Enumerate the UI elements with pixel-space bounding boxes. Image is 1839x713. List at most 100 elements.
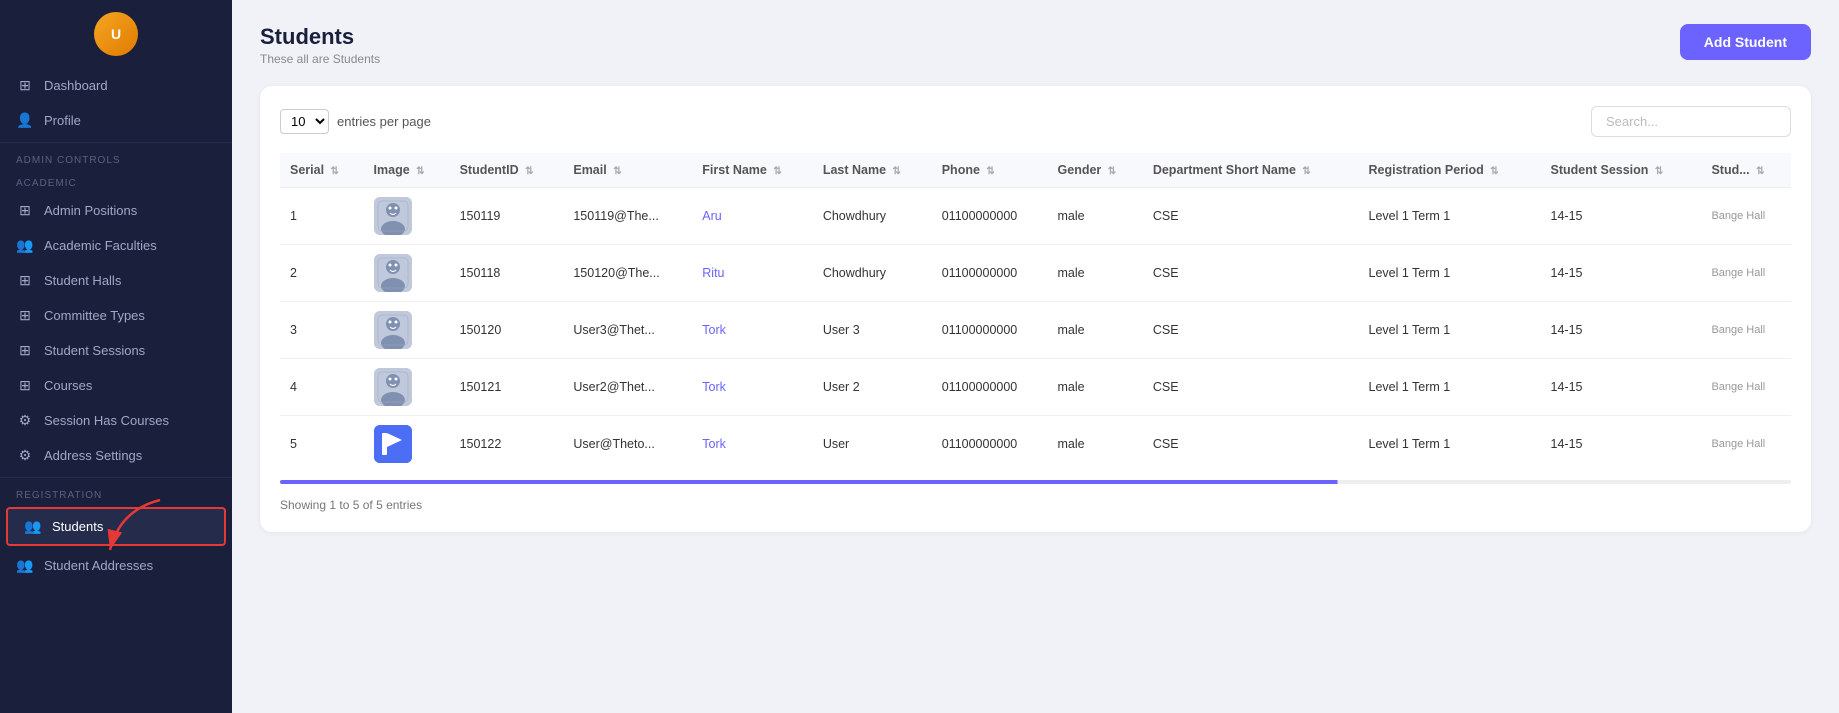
cell-firstname: Aru [692, 188, 813, 245]
sidebar-item-student-addresses[interactable]: 👥 Student Addresses [0, 548, 232, 583]
sidebar-item-label: Dashboard [44, 78, 108, 93]
address-settings-icon: ⚙ [16, 447, 34, 464]
divider [0, 142, 232, 143]
sidebar-item-student-halls[interactable]: ⊞ Student Halls [0, 263, 232, 298]
cell-gender: male [1048, 188, 1143, 245]
cell-serial: 1 [280, 188, 364, 245]
sidebar-item-label: Address Settings [44, 448, 142, 463]
col-reg-period: Registration Period ⇅ [1359, 153, 1541, 188]
cell-dept: CSE [1143, 416, 1359, 473]
divider-2 [0, 477, 232, 478]
col-studentid: StudentID ⇅ [450, 153, 564, 188]
cell-session: 14-15 [1541, 302, 1702, 359]
profile-icon: 👤 [16, 112, 34, 129]
add-student-button[interactable]: Add Student [1680, 24, 1811, 60]
cell-gender: male [1048, 302, 1143, 359]
cell-email: User@Theto... [563, 416, 692, 473]
sidebar-item-address-settings[interactable]: ⚙ Address Settings [0, 438, 232, 473]
sidebar-item-dashboard[interactable]: ⊞ Dashboard [0, 68, 232, 103]
page-header: Students These all are Students Add Stud… [260, 24, 1811, 66]
cell-email: User2@Thet... [563, 359, 692, 416]
cell-firstname: Tork [692, 359, 813, 416]
search-input[interactable] [1591, 106, 1791, 137]
cell-stud: Bange Hall [1701, 188, 1791, 245]
col-phone: Phone ⇅ [932, 153, 1048, 188]
col-dept: Department Short Name ⇅ [1143, 153, 1359, 188]
cell-lastname: Chowdhury [813, 245, 932, 302]
cell-stud: Bange Hall [1701, 302, 1791, 359]
table-header-row: Serial ⇅ Image ⇅ StudentID ⇅ Email ⇅ Fir… [280, 153, 1791, 188]
student-addresses-icon: 👥 [16, 557, 34, 574]
cell-session: 14-15 [1541, 359, 1702, 416]
sidebar-item-courses[interactable]: ⊞ Courses [0, 368, 232, 403]
committee-types-icon: ⊞ [16, 307, 34, 324]
entries-select[interactable]: 10 25 50 [280, 109, 329, 134]
admin-controls-section: Admin Controls [0, 147, 232, 170]
sidebar-item-label: Profile [44, 113, 81, 128]
cell-dept: CSE [1143, 245, 1359, 302]
main-content: Students These all are Students Add Stud… [232, 0, 1839, 713]
cell-reg-period: Level 1 Term 1 [1359, 359, 1541, 416]
cell-studentid: 150122 [450, 416, 564, 473]
sidebar-item-academic-faculties[interactable]: 👥 Academic Faculties [0, 228, 232, 263]
cell-email: 150119@The... [563, 188, 692, 245]
sidebar-logo: U [0, 0, 232, 68]
cell-reg-period: Level 1 Term 1 [1359, 245, 1541, 302]
logo-icon: U [94, 12, 138, 56]
cell-firstname: Tork [692, 416, 813, 473]
cell-session: 14-15 [1541, 245, 1702, 302]
sidebar-item-students[interactable]: 👥 Students [6, 507, 226, 546]
cell-gender: male [1048, 245, 1143, 302]
cell-dept: CSE [1143, 302, 1359, 359]
sidebar-item-label: Student Addresses [44, 558, 153, 573]
table-row: 3 150120 User3@Thet... Tork User 3 01100… [280, 302, 1791, 359]
sidebar-item-profile[interactable]: 👤 Profile [0, 103, 232, 138]
table-row: 5 150122 User@Theto... Tork User 0110000… [280, 416, 1791, 473]
cell-serial: 5 [280, 416, 364, 473]
session-has-courses-icon: ⚙ [16, 412, 34, 429]
academic-section: Academic [0, 170, 232, 193]
cell-session: 14-15 [1541, 188, 1702, 245]
sidebar-item-label: Courses [44, 378, 92, 393]
cell-stud: Bange Hall [1701, 359, 1791, 416]
cell-studentid: 150121 [450, 359, 564, 416]
cell-gender: male [1048, 416, 1143, 473]
cell-serial: 4 [280, 359, 364, 416]
cell-phone: 01100000000 [932, 416, 1048, 473]
cell-studentid: 150120 [450, 302, 564, 359]
sidebar-item-session-has-courses[interactable]: ⚙ Session Has Courses [0, 403, 232, 438]
table-body: 1 150119 150119@The... Aru Chowdhury 011… [280, 188, 1791, 473]
col-session: Student Session ⇅ [1541, 153, 1702, 188]
sidebar-item-student-sessions[interactable]: ⊞ Student Sessions [0, 333, 232, 368]
col-serial: Serial ⇅ [280, 153, 364, 188]
cell-stud: Bange Hall [1701, 416, 1791, 473]
students-table: Serial ⇅ Image ⇅ StudentID ⇅ Email ⇅ Fir… [280, 153, 1791, 472]
cell-phone: 01100000000 [932, 245, 1048, 302]
showing-text: Showing 1 to 5 of 5 entries [280, 498, 1791, 512]
courses-icon: ⊞ [16, 377, 34, 394]
student-halls-icon: ⊞ [16, 272, 34, 289]
sidebar: U ⊞ Dashboard 👤 Profile Admin Controls A… [0, 0, 232, 713]
table-controls: 10 25 50 entries per page [280, 106, 1791, 137]
cell-firstname: Ritu [692, 245, 813, 302]
cell-phone: 01100000000 [932, 188, 1048, 245]
cell-phone: 01100000000 [932, 302, 1048, 359]
cell-reg-period: Level 1 Term 1 [1359, 188, 1541, 245]
col-image: Image ⇅ [364, 153, 450, 188]
sidebar-item-admin-positions[interactable]: ⊞ Admin Positions [0, 193, 232, 228]
cell-studentid: 150118 [450, 245, 564, 302]
sidebar-item-committee-types[interactable]: ⊞ Committee Types [0, 298, 232, 333]
dashboard-icon: ⊞ [16, 77, 34, 94]
col-email: Email ⇅ [563, 153, 692, 188]
table-scroll-bar[interactable] [280, 480, 1791, 484]
col-lastname: Last Name ⇅ [813, 153, 932, 188]
students-icon: 👥 [24, 518, 42, 535]
sidebar-item-label: Committee Types [44, 308, 145, 323]
cell-lastname: User 3 [813, 302, 932, 359]
sidebar-item-label: Academic Faculties [44, 238, 157, 253]
cell-serial: 3 [280, 302, 364, 359]
cell-stud: Bange Hall [1701, 245, 1791, 302]
cell-lastname: User 2 [813, 359, 932, 416]
cell-email: 150120@The... [563, 245, 692, 302]
table-row: 1 150119 150119@The... Aru Chowdhury 011… [280, 188, 1791, 245]
